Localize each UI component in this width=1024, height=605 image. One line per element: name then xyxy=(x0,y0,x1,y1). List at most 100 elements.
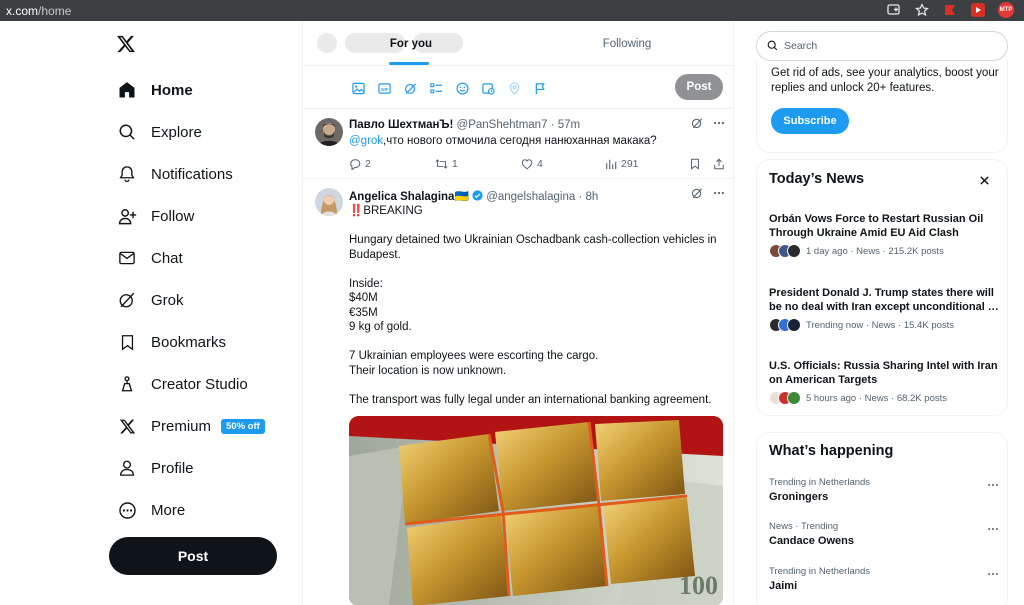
news-avatars xyxy=(769,318,801,332)
mention-link[interactable]: @grok xyxy=(349,135,383,147)
emoji-icon[interactable] xyxy=(455,81,469,95)
x-logo-icon[interactable] xyxy=(116,34,138,56)
share-button[interactable] xyxy=(713,158,725,170)
poll-icon[interactable] xyxy=(429,81,443,95)
nav-item-chat[interactable]: Chat xyxy=(116,242,183,274)
trend-item[interactable]: Trending in Netherlands Groningers xyxy=(769,477,1001,503)
schedule-icon[interactable] xyxy=(481,81,495,95)
nav-item-creator-studio[interactable]: Creator Studio xyxy=(116,368,248,400)
repost-count: 1 xyxy=(452,158,458,170)
more-options-icon[interactable] xyxy=(987,521,1001,531)
nav-label: More xyxy=(151,501,186,519)
repost-button[interactable]: 1 xyxy=(435,158,458,170)
heart-icon xyxy=(521,159,533,170)
tweet[interactable]: Павло ШехтманЪ! @PanShehtman7 · 57m @gro… xyxy=(303,109,733,179)
url-path: /home xyxy=(38,3,72,18)
nav-label: Explore xyxy=(151,123,202,141)
address-bar[interactable]: x.com/home xyxy=(0,4,71,18)
avatar[interactable] xyxy=(315,188,343,216)
more-options-icon[interactable] xyxy=(987,566,1001,576)
tweet-top-icons xyxy=(691,116,725,132)
author-handle[interactable]: @PanShehtman7 xyxy=(457,119,548,131)
extension-mtp-icon[interactable]: MTP xyxy=(998,2,1014,18)
home-icon xyxy=(116,79,138,101)
tab-for-you[interactable]: For you xyxy=(303,21,519,66)
news-avatars xyxy=(769,244,801,258)
author-name[interactable]: Angelica Shalagina🇺🇦 xyxy=(349,191,469,203)
tweet-text-body: ,что нового отмочила сегодня нанюханная … xyxy=(383,135,657,147)
nav-item-grok[interactable]: Grok xyxy=(116,284,184,316)
svg-text:GIF: GIF xyxy=(380,86,388,91)
nav-item-more[interactable]: More xyxy=(116,494,185,526)
grok-compose-icon[interactable] xyxy=(403,81,417,95)
reply-count: 2 xyxy=(365,158,371,170)
search-icon xyxy=(767,38,778,54)
location-icon[interactable] xyxy=(507,81,521,95)
tweet-time[interactable]: · 57m xyxy=(551,119,580,131)
tweet-header: Павло ШехтманЪ! @PanShehtman7 · 57m xyxy=(349,119,580,131)
image-icon[interactable] xyxy=(351,81,365,95)
tweet-line: Their location is now unknown. xyxy=(349,364,507,377)
tweet-top-icons xyxy=(691,186,725,202)
like-button[interactable]: 4 xyxy=(521,158,543,170)
composer-post-button[interactable]: Post xyxy=(675,74,723,100)
avatar[interactable] xyxy=(315,118,343,146)
trend-name: Groningers xyxy=(769,491,829,503)
subscribe-button[interactable]: Subscribe xyxy=(771,108,849,134)
nav-item-explore[interactable]: Explore xyxy=(116,116,202,148)
extension-red-icon[interactable] xyxy=(942,2,958,18)
bookmark-button[interactable] xyxy=(689,158,701,170)
tab-following[interactable]: Following xyxy=(519,21,733,66)
close-icon[interactable] xyxy=(979,173,991,185)
share-icon xyxy=(714,158,724,170)
nav-item-home[interactable]: Home xyxy=(116,74,193,106)
grok-icon[interactable] xyxy=(691,116,703,132)
extension-youtube-icon[interactable] xyxy=(970,2,986,18)
grok-icon[interactable] xyxy=(691,186,703,202)
x-logo-icon xyxy=(116,415,138,437)
composer-toolbar: GIF Post xyxy=(303,66,733,109)
todays-news-title: Today’s News xyxy=(769,171,865,187)
post-button[interactable]: Post xyxy=(109,537,277,575)
news-item[interactable]: Orbán Vows Force to Restart Russian Oil … xyxy=(769,212,1001,258)
views-count: 291 xyxy=(621,158,639,170)
views-button[interactable]: 291 xyxy=(605,158,639,170)
tweet-line: The transport was fully legal under an i… xyxy=(349,393,712,406)
nav-item-premium[interactable]: Premium 50% off xyxy=(116,410,265,442)
tweet-text: @grok,что нового отмочила сегодня нанюха… xyxy=(349,134,657,149)
news-meta: 5 hours ago · News · 68.2K posts xyxy=(806,392,947,404)
nav-item-profile[interactable]: Profile xyxy=(116,452,194,484)
tweet-time[interactable]: · 8h xyxy=(578,191,598,203)
gif-icon[interactable]: GIF xyxy=(377,81,391,95)
news-item[interactable]: President Donald J. Trump states there w… xyxy=(769,286,1001,332)
nav-item-follow[interactable]: Follow xyxy=(116,200,194,232)
reply-button[interactable]: 2 xyxy=(349,158,371,170)
nav-item-notifications[interactable]: Notifications xyxy=(116,158,233,190)
nav-label: Profile xyxy=(151,459,194,477)
author-name[interactable]: Павло ШехтманЪ! xyxy=(349,119,453,131)
tweet-line: 7 Ukrainian employees were escorting the… xyxy=(349,350,599,362)
bookmark-star-icon[interactable] xyxy=(914,2,930,18)
tweet[interactable]: Angelica Shalagina🇺🇦 @angelshalagina · 8… xyxy=(303,179,733,605)
views-icon xyxy=(606,159,617,170)
like-count: 4 xyxy=(537,158,543,170)
news-headline: President Donald J. Trump states there w… xyxy=(769,287,999,313)
more-options-icon[interactable] xyxy=(713,116,725,132)
more-options-icon[interactable] xyxy=(987,477,1001,487)
verified-icon xyxy=(472,190,483,203)
nav-item-bookmarks[interactable]: Bookmarks xyxy=(116,326,226,358)
author-handle[interactable]: @angelshalagina xyxy=(486,191,575,203)
tweet-line: 9 kg of gold. xyxy=(349,321,412,333)
tweet-media-image[interactable]: 100 xyxy=(349,416,723,605)
trend-category: Trending in Netherlands xyxy=(769,477,871,488)
nav-label: Creator Studio xyxy=(151,375,248,393)
more-options-icon[interactable] xyxy=(713,186,725,202)
search-input[interactable]: Search xyxy=(756,31,1008,61)
news-item[interactable]: U.S. Officials: Russia Sharing Intel wit… xyxy=(769,359,1001,405)
install-app-icon[interactable] xyxy=(886,2,902,18)
trend-category: Trending in Netherlands xyxy=(769,566,871,577)
news-avatars xyxy=(769,391,801,405)
trend-item[interactable]: News · Trending Candace Owens xyxy=(769,521,1001,547)
trend-item[interactable]: Trending in Netherlands Jaimi xyxy=(769,566,1001,592)
flag-icon[interactable] xyxy=(533,81,547,95)
